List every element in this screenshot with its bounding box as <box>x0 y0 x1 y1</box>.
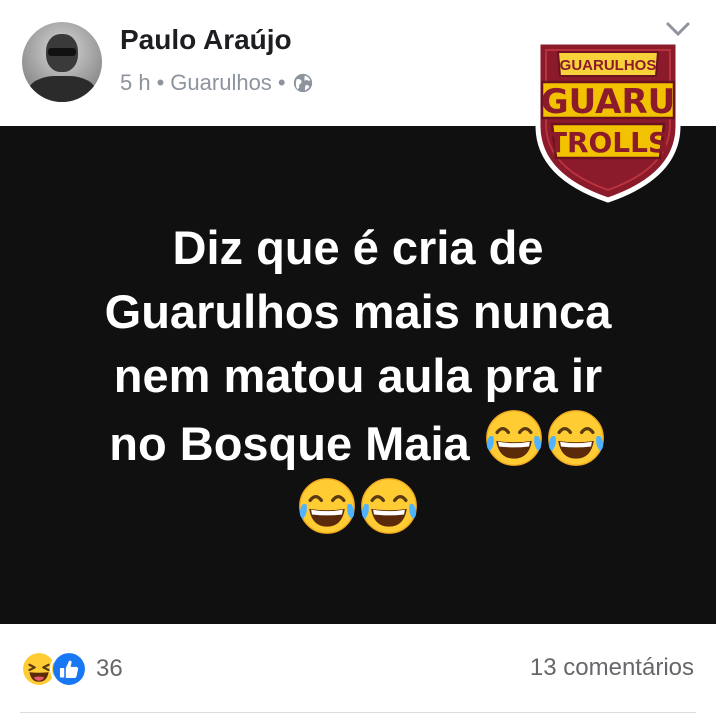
post-text: Diz que é cria de Guarulhos mais nunca n… <box>40 216 676 544</box>
logo-bottom-text: TROLLS <box>548 126 668 159</box>
like-reaction-icon <box>50 650 88 688</box>
post-text-line-3: nem matou aula pra ir <box>113 349 603 402</box>
avatar[interactable] <box>22 22 102 102</box>
face-with-tears-of-joy-icon <box>297 476 357 536</box>
logo-top-text: GUARULHOS <box>560 57 657 74</box>
divider <box>20 712 696 713</box>
face-with-tears-of-joy-icon <box>546 408 606 468</box>
face-with-tears-of-joy-icon <box>484 408 544 468</box>
logo-main-text: GUARU <box>541 82 676 122</box>
avatar-shirt <box>28 76 96 102</box>
post-text-line-5 <box>40 476 676 544</box>
post-text-line-4-text: no Bosque Maia <box>109 417 470 470</box>
reaction-count: 36 <box>96 655 123 682</box>
avatar-glasses <box>48 48 76 56</box>
meta-separator-2: • <box>277 70 286 95</box>
face-with-tears-of-joy-icon <box>359 476 419 536</box>
post-location[interactable]: Guarulhos <box>170 70 272 96</box>
meta-separator: • <box>156 70 165 95</box>
post-meta: 5 h • Guarulhos • <box>120 70 314 96</box>
author-name[interactable]: Paulo Araújo <box>120 24 292 56</box>
globe-icon[interactable] <box>292 72 314 94</box>
reactions-summary[interactable]: 36 <box>20 650 123 688</box>
comments-count[interactable]: 13 comentários <box>530 654 694 682</box>
post-text-line-4: no Bosque Maia <box>40 408 676 476</box>
post-time[interactable]: 5 h <box>120 70 151 96</box>
post-text-line-1: Diz que é cria de <box>172 221 544 274</box>
guaru-trolls-logo: GUARULHOS GUARU TROLLS <box>535 39 681 203</box>
post-text-line-2: Guarulhos mais nunca <box>104 285 612 338</box>
